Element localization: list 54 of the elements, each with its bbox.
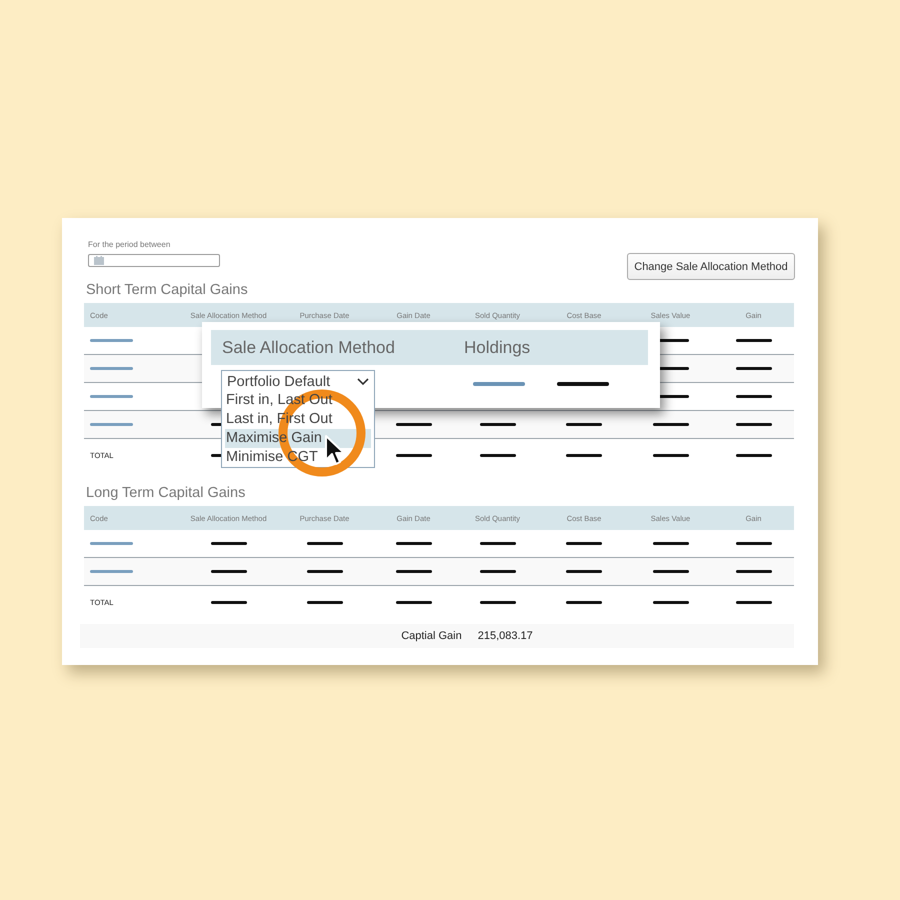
value-placeholder: [736, 339, 772, 342]
value-placeholder: [652, 423, 688, 426]
value-placeholder: [396, 423, 432, 426]
value-placeholder: [736, 395, 772, 398]
code-link-placeholder[interactable]: [90, 339, 133, 342]
popup-column-header: Holdings: [464, 338, 530, 358]
change-method-button[interactable]: Change Sale Allocation Method: [627, 253, 795, 280]
value-placeholder: [306, 542, 342, 545]
value-placeholder: [566, 600, 602, 604]
value-placeholder: [736, 570, 772, 573]
value-placeholder: [736, 542, 772, 545]
value-placeholder: [566, 454, 602, 456]
value-placeholder: [306, 570, 342, 573]
section-title: Short Term Capital Gains: [86, 282, 249, 298]
code-link-placeholder[interactable]: [90, 395, 133, 398]
value-placeholder: [396, 454, 432, 456]
value-placeholder: [652, 454, 688, 456]
value-placeholder: [652, 570, 688, 573]
period-label: For the period between: [88, 240, 172, 249]
value-placeholder: [396, 570, 432, 573]
value-placeholder: [396, 542, 432, 545]
section-title: Long Term Capital Gains: [86, 485, 246, 501]
value-placeholder: [306, 600, 342, 604]
value-placeholder: [652, 600, 688, 604]
value-placeholder: [566, 423, 602, 426]
value-placeholder: [480, 423, 516, 426]
code-link-placeholder[interactable]: [90, 367, 133, 370]
value-placeholder: [480, 454, 516, 456]
footer-label: Captial Gain: [401, 630, 462, 642]
value-placeholder: [210, 542, 246, 545]
value-placeholder: [736, 600, 772, 604]
value-placeholder: [210, 570, 246, 573]
code-link-placeholder[interactable]: [90, 542, 133, 545]
code-link-placeholder[interactable]: [90, 570, 133, 573]
value-placeholder: [736, 454, 772, 456]
value-placeholder: [566, 542, 602, 545]
value-placeholder: [736, 367, 772, 370]
value-placeholder: [557, 382, 609, 386]
value-placeholder: [652, 542, 688, 545]
value-placeholder: [210, 600, 246, 604]
value-placeholder: [566, 570, 602, 573]
value-placeholder: [480, 600, 516, 604]
value-placeholder: [480, 570, 516, 573]
value-placeholder: [736, 423, 772, 426]
holding-link-placeholder[interactable]: [473, 382, 525, 386]
date-field[interactable]: [88, 254, 220, 267]
footer-value: 215,083.17: [478, 630, 533, 642]
chevron-down-icon: [357, 378, 369, 386]
popup-column-header: Sale Allocation Method: [222, 338, 396, 358]
calendar-icon: [94, 256, 104, 265]
code-link-placeholder[interactable]: [90, 423, 133, 426]
value-placeholder: [396, 600, 432, 604]
value-placeholder: [480, 542, 516, 545]
dropdown-value: Portfolio Default: [227, 374, 330, 390]
